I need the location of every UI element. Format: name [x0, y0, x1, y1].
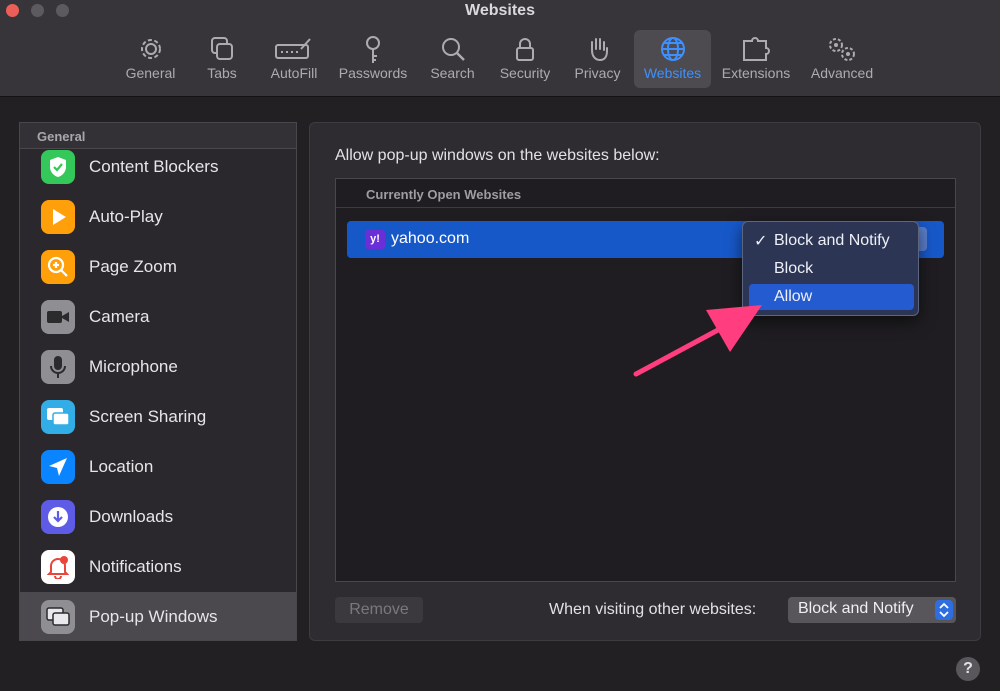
- popup-windows-icon: [41, 600, 75, 634]
- location-arrow-icon: [41, 450, 75, 484]
- sidebar-item-camera[interactable]: Camera: [20, 292, 296, 342]
- tab-label: General: [125, 65, 176, 81]
- sidebar-item-downloads[interactable]: Downloads: [20, 492, 296, 542]
- tab-websites[interactable]: Websites: [634, 30, 711, 88]
- sidebar-item-label: Notifications: [89, 557, 182, 576]
- sidebar-item-screen-sharing[interactable]: Screen Sharing: [20, 392, 296, 442]
- sidebar-item-notifications[interactable]: Notifications: [20, 542, 296, 592]
- sidebar-item-label: Page Zoom: [89, 257, 177, 276]
- menu-item-label: Allow: [774, 288, 813, 305]
- tab-autofill[interactable]: AutoFill: [258, 30, 330, 88]
- sidebar-item-label: Downloads: [89, 507, 174, 526]
- menu-item-block-and-notify[interactable]: ✓ Block and Notify: [749, 228, 914, 254]
- sidebar-item-location[interactable]: Location: [20, 442, 296, 492]
- tab-privacy[interactable]: Privacy: [561, 30, 634, 88]
- menu-item-label: Block: [774, 260, 814, 277]
- select-value: Block and Notify: [798, 600, 914, 617]
- tab-security[interactable]: Security: [489, 30, 561, 88]
- help-button[interactable]: ?: [956, 657, 980, 681]
- gear-icon: [140, 39, 161, 59]
- section-heading: Allow pop-up windows on the websites bel…: [335, 147, 660, 164]
- menu-item-label: Block and Notify: [774, 232, 890, 249]
- hand-icon: [590, 38, 608, 62]
- sidebar-item-label: Content Blockers: [89, 157, 219, 176]
- camera-icon: [41, 300, 75, 334]
- tab-advanced[interactable]: Advanced: [801, 30, 883, 88]
- gears-icon: [829, 38, 855, 61]
- sidebar-item-page-zoom[interactable]: Page Zoom: [20, 242, 296, 292]
- tab-passwords[interactable]: Passwords: [330, 30, 416, 88]
- shield-check-icon: [41, 150, 75, 184]
- tab-label: Tabs: [207, 65, 237, 81]
- puzzle-icon: [743, 37, 770, 61]
- checkmark-icon: ✓: [754, 233, 768, 250]
- tab-label: Extensions: [721, 65, 791, 81]
- table-header: Currently Open Websites: [336, 179, 955, 208]
- menu-item-allow[interactable]: Allow: [749, 284, 914, 310]
- tab-label: Search: [430, 65, 475, 81]
- title-bar: Websites General Tabs AutoFill Passwords…: [0, 0, 1000, 97]
- site-name: yahoo.com: [391, 230, 470, 247]
- preferences-toolbar: General Tabs AutoFill Passwords Search S…: [115, 30, 883, 88]
- sidebar-item-microphone[interactable]: Microphone: [20, 342, 296, 392]
- microphone-icon: [41, 350, 75, 384]
- setting-dropdown-menu: ✓ Block and Notify Block Allow: [742, 221, 919, 316]
- tab-search[interactable]: Search: [416, 30, 489, 88]
- tab-extensions[interactable]: Extensions: [711, 30, 801, 88]
- tab-label: AutoFill: [270, 65, 318, 81]
- websites-sidebar: General Content Blockers Auto-Play Page …: [19, 122, 297, 641]
- yahoo-icon: y!: [365, 230, 385, 249]
- tab-label: Passwords: [338, 65, 408, 81]
- sidebar-item-label: Microphone: [89, 357, 178, 376]
- tab-general[interactable]: General: [115, 30, 186, 88]
- remove-button[interactable]: Remove: [335, 597, 423, 623]
- sidebar-item-pop-up-windows[interactable]: Pop-up Windows: [20, 592, 296, 640]
- sidebar-item-label: Screen Sharing: [89, 407, 207, 426]
- tab-label: Advanced: [810, 65, 874, 81]
- globe-icon: [660, 37, 685, 61]
- sidebar-item-auto-play[interactable]: Auto-Play: [20, 192, 296, 242]
- bell-icon: [41, 550, 75, 584]
- chevron-updown-icon: [935, 600, 953, 620]
- tab-label: Websites: [643, 65, 702, 81]
- key-icon: [366, 36, 380, 63]
- tabs-icon: [211, 37, 233, 60]
- sidebar-item-label: Pop-up Windows: [89, 607, 218, 626]
- lock-icon: [516, 38, 534, 61]
- sidebar-item-label: Auto-Play: [89, 207, 163, 226]
- download-icon: [41, 500, 75, 534]
- tab-tabs[interactable]: Tabs: [186, 30, 258, 88]
- sidebar-item-label: Camera: [89, 307, 150, 326]
- sidebar-item-content-blockers[interactable]: Content Blockers: [20, 142, 296, 192]
- window-title: Websites: [465, 2, 535, 19]
- popup-windows-settings: Allow pop-up windows on the websites bel…: [309, 122, 981, 641]
- other-websites-label: When visiting other websites:: [549, 601, 757, 618]
- search-icon: [441, 38, 465, 61]
- tab-label: Security: [499, 65, 551, 81]
- autofill-icon: [275, 38, 311, 59]
- play-icon: [41, 200, 75, 234]
- tab-label: Privacy: [574, 65, 621, 81]
- screen-sharing-icon: [41, 400, 75, 434]
- other-websites-select[interactable]: Block and Notify: [788, 597, 956, 623]
- zoom-icon: [41, 250, 75, 284]
- sidebar-item-label: Location: [89, 457, 154, 476]
- menu-item-block[interactable]: Block: [749, 256, 914, 282]
